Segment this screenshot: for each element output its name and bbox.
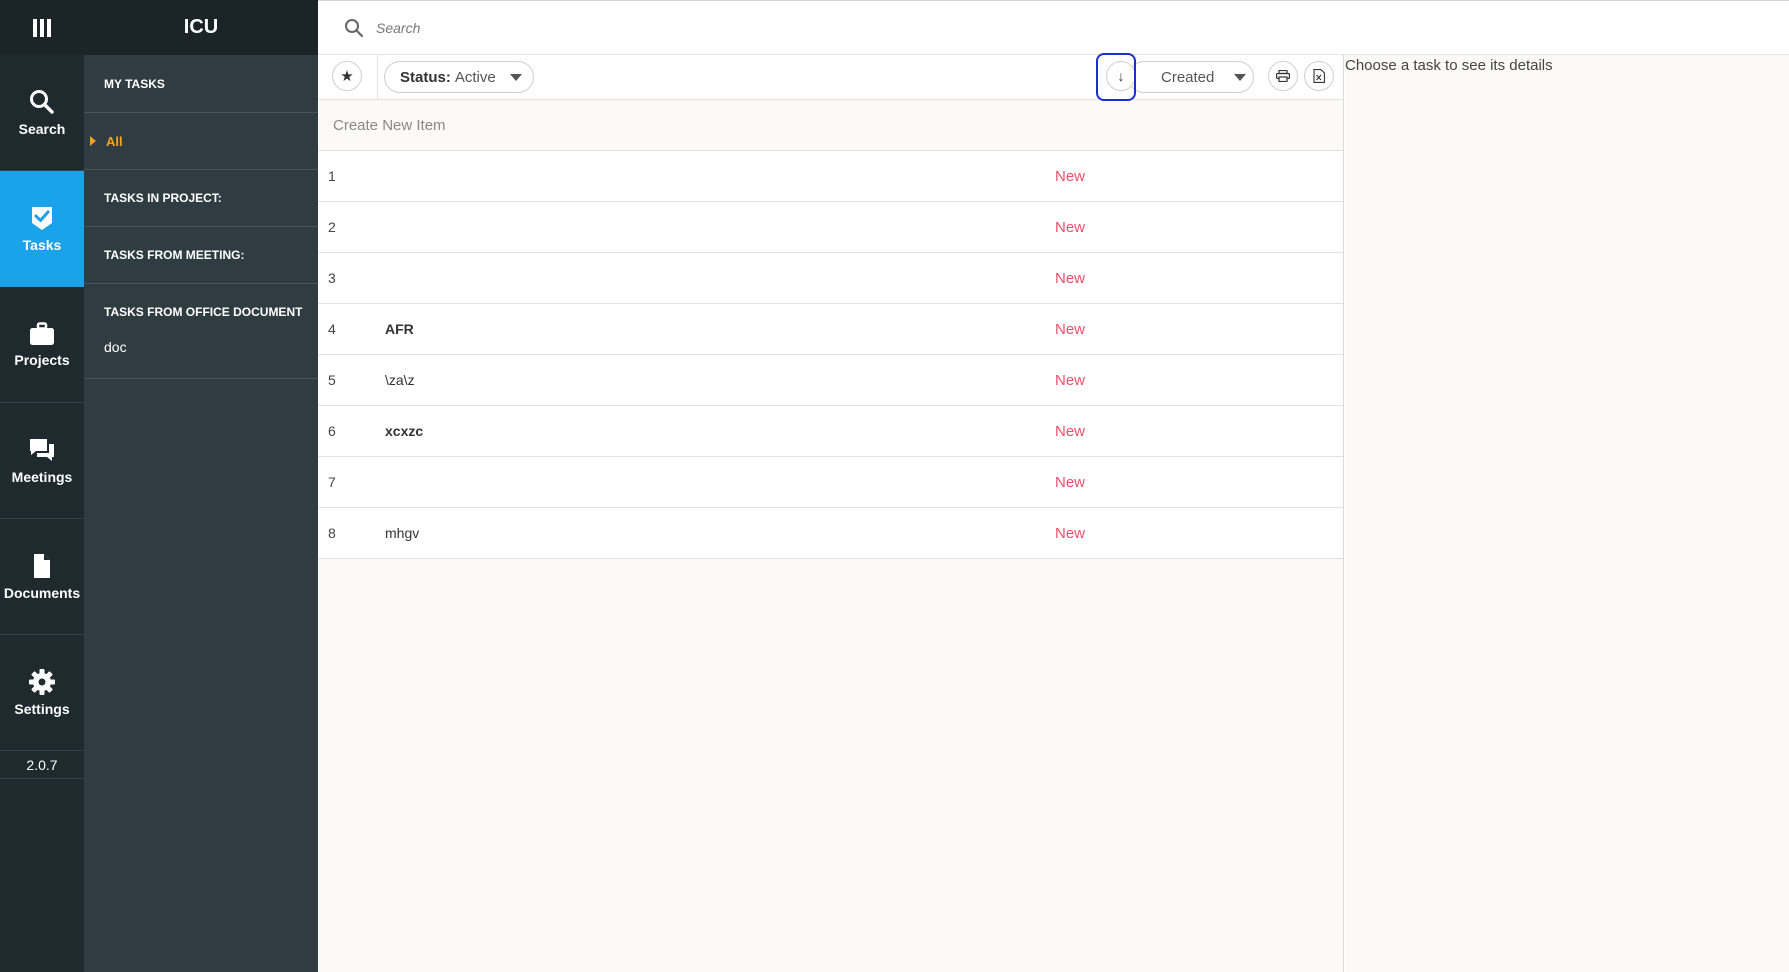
rail-item-meetings[interactable]: Meetings [0,403,84,519]
search-input[interactable]: Search [376,20,420,36]
sidebar-item-my-tasks[interactable]: MY TASKS [84,55,318,113]
task-title: \za\z [385,372,415,388]
rail-item-label: Projects [14,351,70,368]
status-filter-value: Active [454,68,496,86]
status-filter-dropdown[interactable]: Status: Active [384,61,534,93]
create-new-item-input[interactable]: Create New Item [318,100,1343,151]
sort-field-dropdown[interactable]: Created [1128,61,1254,93]
task-title: mhgv [385,525,420,541]
status-badge: New [1055,270,1086,287]
sidebar-item-label: All [106,133,123,149]
gear-icon [29,668,55,695]
task-number: 8 [328,525,336,541]
task-number: 1 [328,168,336,184]
sidebar-item-label: TASKS FROM OFFICE DOCUMENT [104,304,303,319]
table-row[interactable]: 1 New [318,151,1343,202]
sidebar-all-filter: All [88,134,123,149]
rail-item-tasks[interactable]: Tasks [0,171,84,287]
sidebar-item-all[interactable]: All [84,113,318,170]
sidebar-item-label: TASKS FROM MEETING: [104,248,245,262]
printer-icon [1276,70,1290,82]
rail-item-settings[interactable]: Settings [0,635,84,751]
task-number: 6 [328,423,336,439]
table-row[interactable]: 2 New [318,202,1343,253]
status-filter-label: Status: [400,68,451,86]
table-row[interactable]: 4 AFR New [318,304,1343,355]
search-icon [30,89,54,114]
rail-item-label: Documents [3,584,81,601]
briefcase-icon [30,321,54,345]
search-bar[interactable]: Search [318,0,1789,55]
details-hint: Choose a task to see its details [1345,57,1553,74]
sort-field-value: Created [1161,68,1215,86]
table-row[interactable]: 3 New [318,253,1343,304]
rail-item-search[interactable]: Search [0,55,84,171]
task-list-panel: ★ Status: Active Created ↓ Create New It… [318,53,1344,972]
rail-item-label: Tasks [22,236,62,253]
app-title: ICU [84,0,318,55]
menu-toggle[interactable] [0,0,84,55]
task-details-panel: Choose a task to see its details [1345,55,1789,972]
rail-item-label: Settings [14,700,70,717]
rail-item-label: Search [18,120,66,137]
task-number: 4 [328,321,336,337]
document-icon [34,553,50,578]
print-button[interactable] [1268,61,1298,91]
tasks-check-icon [32,206,52,230]
sidebar-group-office-document: TASKS FROM OFFICE DOCUMENT doc [84,284,318,379]
status-badge: New [1055,219,1086,236]
list-toolbar: ★ Status: Active Created ↓ [318,53,1343,101]
app-version: 2.0.7 [0,751,84,779]
main-rail: Search Tasks Projects Meetings Documents [0,0,84,972]
status-badge: New [1055,525,1086,542]
sidebar-item-tasks-from-meeting[interactable]: TASKS FROM MEETING: [84,227,318,284]
sidebar-item-tasks-in-project[interactable]: TASKS IN PROJECT: [84,170,318,227]
toolbar-divider [377,55,378,100]
sidebar-item-label: TASKS IN PROJECT: [104,191,222,205]
table-row[interactable]: 5 \za\z New [318,355,1343,406]
task-number: 7 [328,474,336,490]
status-badge: New [1055,423,1086,440]
status-badge: New [1055,168,1086,185]
chevron-down-icon [509,73,522,81]
task-number: 5 [328,372,336,388]
status-badge: New [1055,474,1086,491]
table-row[interactable]: 6 xcxzc New [318,406,1343,457]
task-title: AFR [385,321,414,337]
rail-item-projects[interactable]: Projects [0,287,84,403]
tasks-sidebar: ICU MY TASKS All TASKS IN PROJECT: TASKS… [84,0,318,972]
rail-item-documents[interactable]: Documents [0,519,84,635]
sort-direction-button[interactable]: ↓ [1106,61,1136,91]
sidebar-item-tasks-from-office-document[interactable]: TASKS FROM OFFICE DOCUMENT [84,284,318,339]
star-icon: ★ [340,68,354,85]
chevron-down-icon [1234,73,1247,81]
favorites-button[interactable]: ★ [332,61,362,91]
arrow-down-icon: ↓ [1117,68,1125,84]
table-row[interactable]: 8 mhgv New [318,508,1343,559]
excel-file-icon [1313,69,1325,83]
status-badge: New [1055,372,1086,389]
rail-item-label: Meetings [11,468,73,485]
task-number: 3 [328,270,336,286]
search-icon [345,18,364,37]
menu-bars-icon [33,18,51,37]
status-badge: New [1055,321,1086,338]
table-row[interactable]: 7 New [318,457,1343,508]
sidebar-item-label: MY TASKS [104,76,165,91]
export-excel-button[interactable] [1304,61,1334,91]
task-title: xcxzc [385,423,424,439]
sidebar-item-doc[interactable]: doc [84,339,318,355]
chat-bubbles-icon [30,438,54,461]
task-number: 2 [328,219,336,235]
caret-right-icon [90,136,96,146]
